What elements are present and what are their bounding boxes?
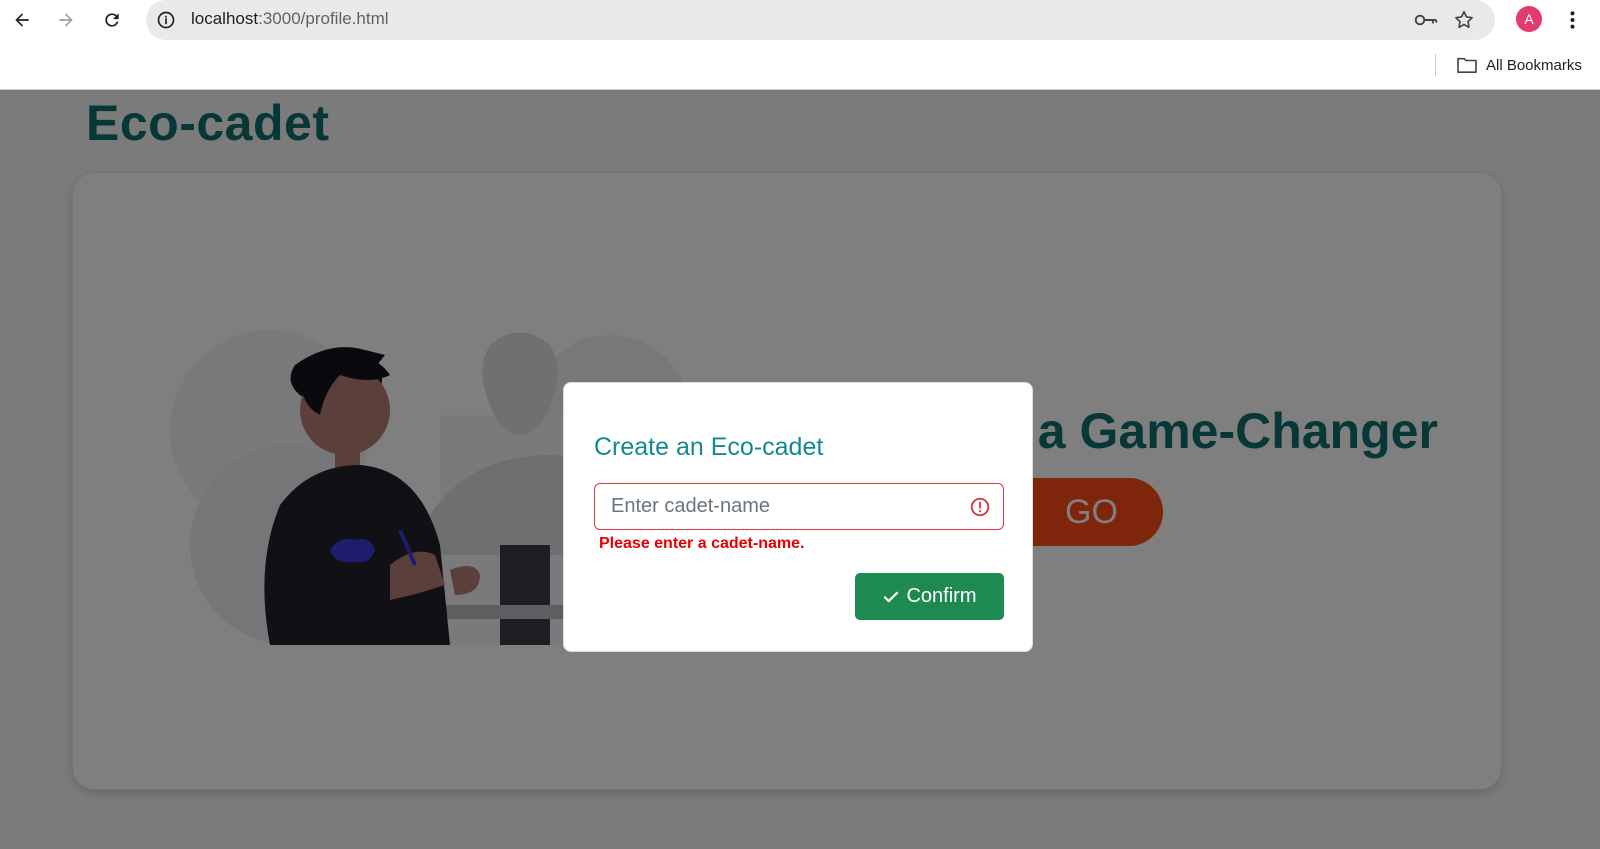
- all-bookmarks-button[interactable]: All Bookmarks: [1456, 53, 1582, 77]
- browser-toolbar: localhost:3000/profile.html A: [0, 0, 1600, 40]
- back-button[interactable]: [6, 4, 38, 36]
- alert-circle-icon: [970, 497, 990, 517]
- reload-button[interactable]: [96, 4, 128, 36]
- bookmark-star-icon[interactable]: [1451, 7, 1477, 33]
- url-host: localhost: [191, 9, 259, 28]
- confirm-label: Confirm: [906, 585, 977, 607]
- profile-avatar[interactable]: A: [1516, 6, 1542, 32]
- url-text: localhost:3000/profile.html: [191, 9, 389, 29]
- back-arrow-icon: [15, 13, 29, 27]
- cadet-name-input[interactable]: [594, 483, 1004, 530]
- password-key-icon[interactable]: [1413, 8, 1439, 32]
- modal-title: Create an Eco-cadet: [594, 433, 824, 461]
- all-bookmarks-label: All Bookmarks: [1486, 56, 1582, 74]
- forward-arrow-icon: [59, 13, 73, 27]
- site-info-icon[interactable]: [154, 8, 178, 32]
- forward-button[interactable]: [50, 4, 82, 36]
- bookmarks-bar: All Bookmarks: [0, 40, 1600, 90]
- validation-error: Please enter a cadet-name.: [599, 535, 805, 552]
- kebab-menu-icon[interactable]: [1562, 5, 1582, 35]
- folder-icon: [1457, 57, 1477, 74]
- reload-icon: [105, 13, 119, 27]
- page-content: Eco-cadet Be a Game-Changer GO Create an…: [0, 90, 1600, 849]
- url-path: :3000/profile.html: [258, 9, 389, 28]
- checkmark-icon: [884, 591, 899, 602]
- bookmarks-separator: [1435, 54, 1436, 76]
- confirm-button[interactable]: Confirm: [855, 573, 1004, 620]
- create-cadet-modal: Create an Eco-cadet Please enter a cadet…: [563, 382, 1033, 652]
- address-bar[interactable]: localhost:3000/profile.html: [146, 0, 1495, 40]
